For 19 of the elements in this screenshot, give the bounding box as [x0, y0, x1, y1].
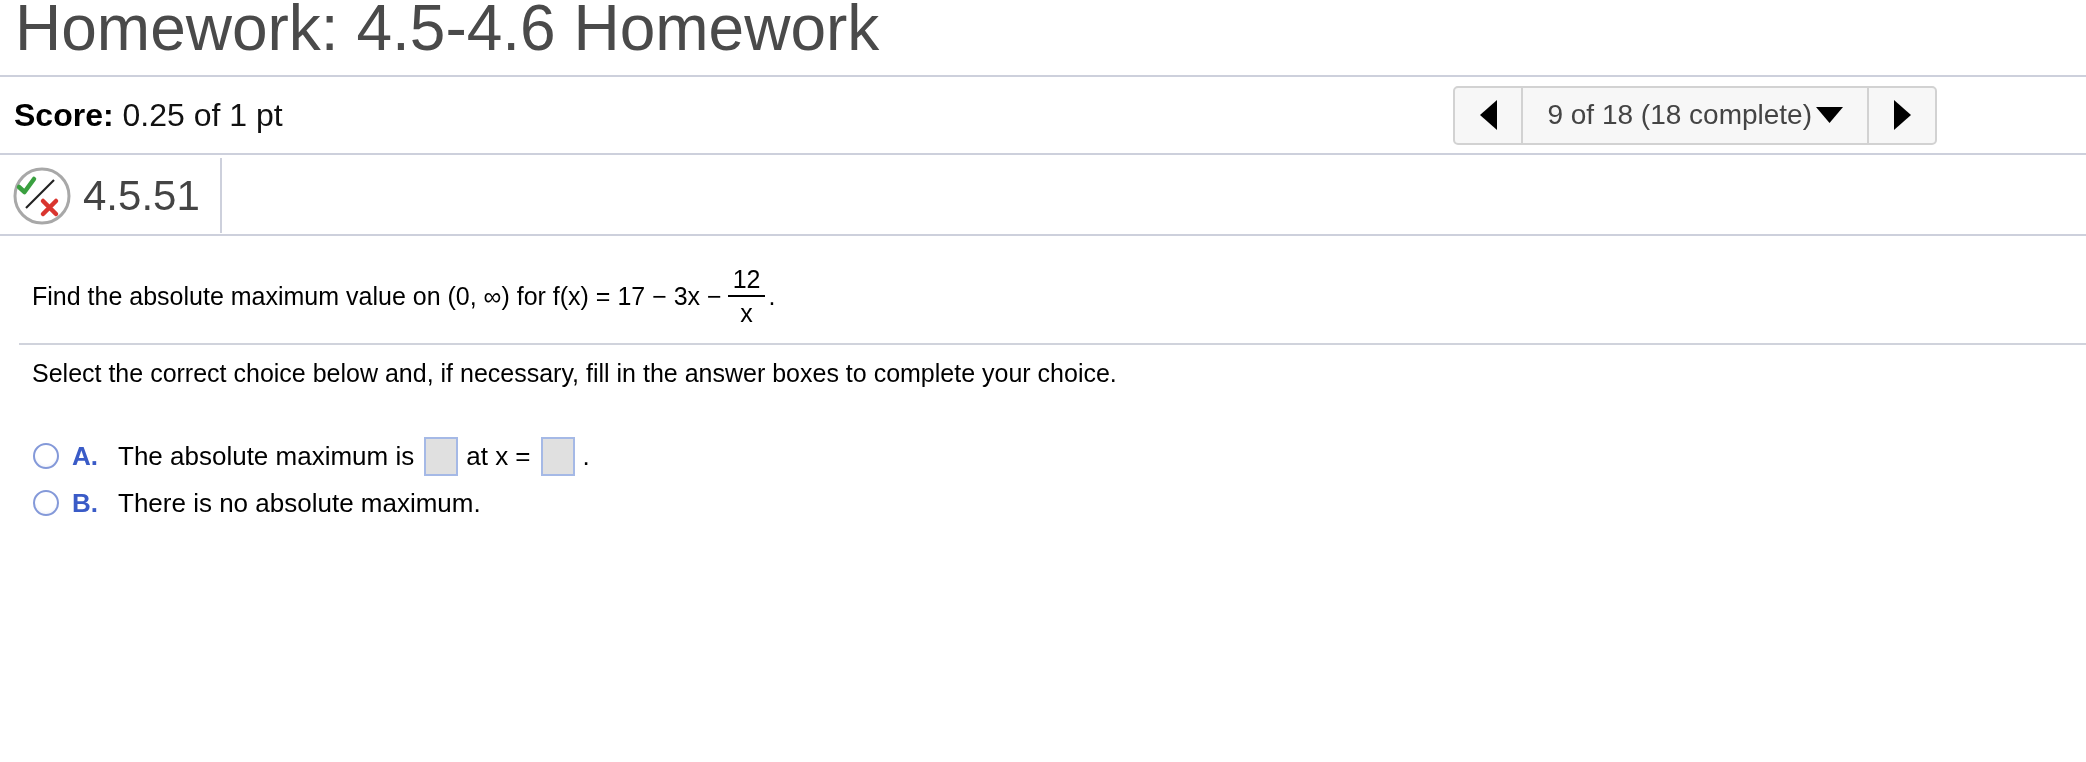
question-selector[interactable]: 9 of 18 (18 complete): [1521, 87, 1869, 143]
page-title: Homework: 4.5-4.6 Homework: [15, 0, 880, 56]
score-text: Score: 0.25 of 1 pt: [14, 96, 283, 134]
left-triangle-icon: [1479, 100, 1497, 130]
caret-icon: [1816, 107, 1843, 123]
check-cross-icon: [13, 166, 71, 225]
radio-button[interactable]: [33, 443, 59, 469]
radio-button[interactable]: [33, 490, 59, 516]
choice-text: .: [582, 440, 590, 472]
choice-text: The absolute maximum is: [118, 440, 415, 472]
choice-letter: B.: [72, 487, 99, 519]
question-number: 4.5.51: [83, 171, 200, 220]
choice-text: There is no absolute maximum.: [118, 487, 481, 519]
answer-box[interactable]: [424, 436, 459, 476]
instruction-text: Select the correct choice below and, if necessary, fill in the answer boxes to complete your choice.: [32, 358, 1117, 388]
choice-letter: A.: [72, 440, 99, 472]
right-triangle-icon: [1893, 100, 1911, 130]
answer-box[interactable]: [540, 436, 575, 476]
choice-text: at x =: [466, 440, 531, 472]
